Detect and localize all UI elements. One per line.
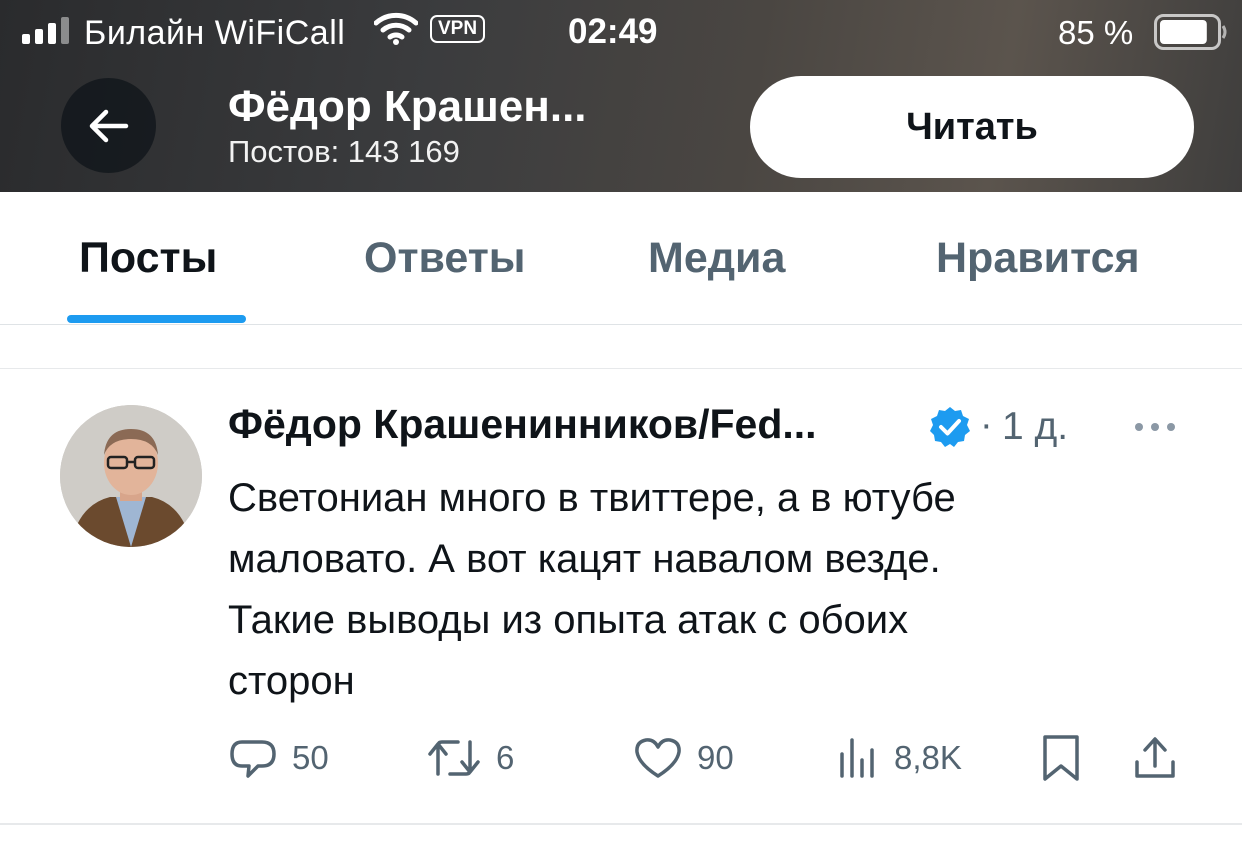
like-count: 90 — [697, 739, 734, 776]
share-button[interactable] — [1133, 728, 1177, 788]
status-time: 02:49 — [568, 12, 658, 51]
share-icon — [1135, 737, 1175, 778]
tweet-actions: 50 6 90 8,8K — [0, 728, 1242, 788]
retweet-button[interactable]: 6 — [426, 728, 514, 788]
wifi-icon — [374, 12, 418, 45]
post-count: Постов: 143 169 — [228, 134, 460, 169]
feed-separator — [0, 325, 1242, 369]
like-button[interactable]: 90 — [633, 728, 734, 788]
tweet-text[interactable]: Светониан много в твиттере, а в ютубе ма… — [228, 468, 1208, 712]
tweet-author-name[interactable]: Фёдор Крашенинников/Fed... — [228, 401, 817, 448]
retweet-icon — [428, 740, 480, 776]
tweet-divider — [0, 823, 1242, 825]
retweet-count: 6 — [496, 739, 515, 776]
views-chart-icon — [840, 738, 874, 778]
battery-percentage: 85 % — [1058, 14, 1134, 51]
follow-button[interactable]: Читать — [750, 76, 1194, 178]
carrier-label: Билайн WiFiCall — [84, 14, 346, 52]
vpn-badge: VPN — [430, 15, 486, 43]
reply-button[interactable]: 50 — [228, 728, 329, 788]
verified-badge-icon — [930, 407, 970, 447]
reply-icon — [230, 740, 276, 778]
back-button[interactable] — [61, 78, 156, 173]
avatar-image — [60, 405, 202, 547]
tab-media[interactable]: Медиа — [648, 234, 785, 283]
tab-replies[interactable]: Ответы — [364, 234, 526, 283]
heart-icon — [635, 738, 681, 778]
meta-separator: · — [980, 404, 993, 446]
reply-count: 50 — [292, 739, 329, 776]
bookmark-button[interactable] — [1040, 728, 1082, 788]
status-bar: Билайн WiFiCall VPN 02:49 85 % — [0, 0, 1242, 66]
tweet-timestamp[interactable]: 1 д. — [1002, 405, 1068, 449]
tab-posts[interactable]: Посты — [79, 234, 217, 283]
profile-name: Фёдор Крашен... — [228, 82, 587, 131]
profile-header: Билайн WiFiCall VPN 02:49 85 % Фёдор Кра… — [0, 0, 1242, 192]
profile-tabs: Посты Ответы Медиа Нравится — [0, 192, 1242, 325]
more-options-icon[interactable] — [1133, 420, 1177, 434]
cellular-signal-icon — [22, 16, 69, 44]
tab-likes[interactable]: Нравится — [936, 234, 1140, 283]
arrow-left-icon — [89, 109, 128, 142]
views-count: 8,8K — [894, 739, 962, 776]
views-button[interactable]: 8,8K — [836, 728, 962, 788]
active-tab-indicator — [67, 315, 246, 323]
avatar[interactable] — [60, 405, 202, 547]
bookmark-icon — [1043, 735, 1079, 781]
battery-icon — [1154, 14, 1227, 50]
